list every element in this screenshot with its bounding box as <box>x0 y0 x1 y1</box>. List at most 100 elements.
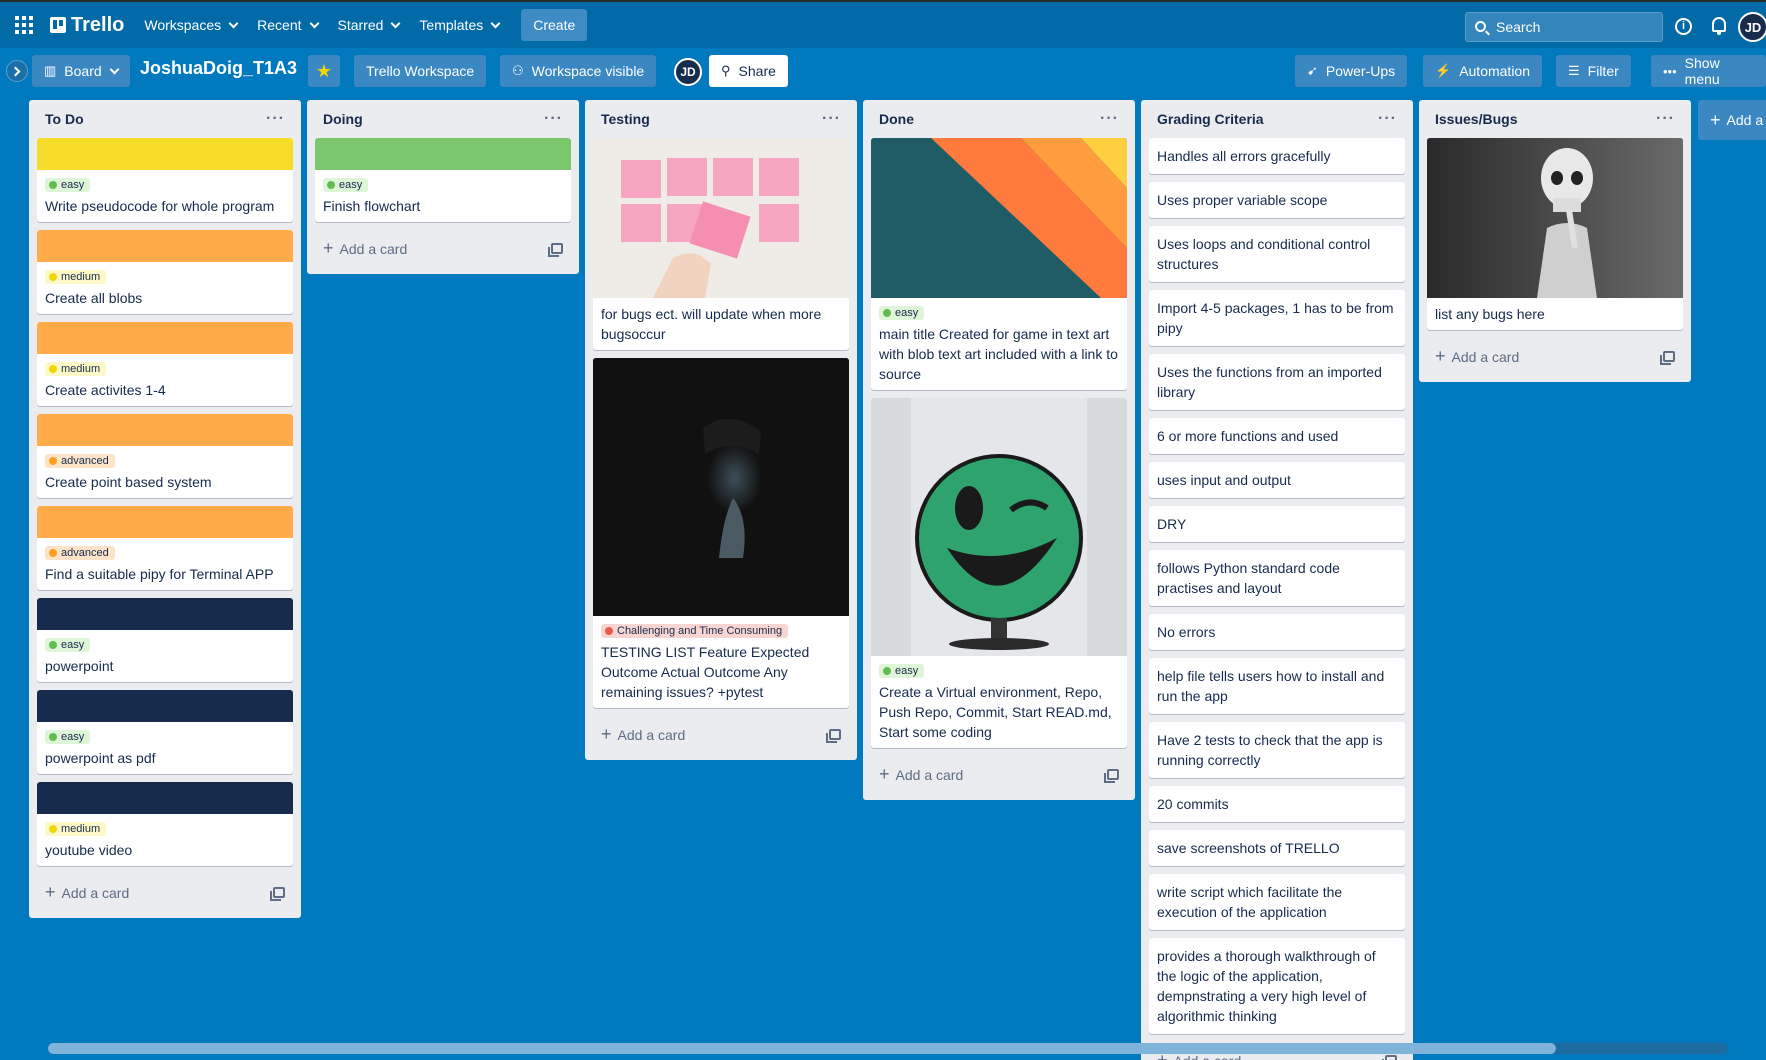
card[interactable]: medium Create all blobs <box>37 230 293 314</box>
card[interactable]: Uses the functions from an imported libr… <box>1149 354 1405 410</box>
add-list-button[interactable]: + Add a <box>1698 100 1766 140</box>
share-button[interactable]: ⚲ Share <box>709 55 788 87</box>
card-template-icon[interactable] <box>270 886 285 901</box>
card-template-icon[interactable] <box>1382 1054 1397 1060</box>
list-title: Testing <box>601 111 650 127</box>
top-navigation-bar: Trello Workspaces Recent Starred Templat… <box>0 0 1766 48</box>
list-menu-dots-icon[interactable]: ··· <box>1378 110 1397 128</box>
add-card-button[interactable]: +Add a card <box>315 230 571 266</box>
list-header[interactable]: Issues/Bugs ··· <box>1427 100 1683 138</box>
card[interactable]: uses input and output <box>1149 462 1405 498</box>
card[interactable]: provides a thorough walkthrough of the l… <box>1149 938 1405 1034</box>
card[interactable]: DRY <box>1149 506 1405 542</box>
card[interactable]: save screenshots of TRELLO <box>1149 830 1405 866</box>
list-issues-bugs: Issues/Bugs ··· list any bugs here + Add a… <box>1419 100 1691 382</box>
card[interactable]: medium youtube video <box>37 782 293 866</box>
list-todo: To Do ··· easy Write pseudocode for whole… <box>29 100 301 918</box>
label-easy: easy <box>879 664 925 678</box>
add-card-button[interactable]: +Add a card <box>871 756 1127 792</box>
more-dots-icon: ••• <box>1663 63 1677 79</box>
card[interactable]: 20 commits <box>1149 786 1405 822</box>
recent-menu[interactable]: Recent <box>257 17 319 33</box>
card[interactable]: follows Python standard code practises a… <box>1149 550 1405 606</box>
workspaces-menu[interactable]: Workspaces <box>144 17 239 33</box>
card-cover <box>37 414 293 446</box>
card-template-icon[interactable] <box>548 242 563 257</box>
card[interactable]: No errors <box>1149 614 1405 650</box>
list-header[interactable]: Done ··· <box>871 100 1127 138</box>
card[interactable]: Have 2 tests to check that the app is ru… <box>1149 722 1405 778</box>
card[interactable]: Challenging and Time Consuming TESTING L… <box>593 358 849 708</box>
list-done: Done ··· easy main title Created for game… <box>863 100 1135 800</box>
board-title[interactable]: JoshuaDoig_T1A3 <box>140 58 297 79</box>
list-header[interactable]: To Do ··· <box>37 100 293 138</box>
starred-menu[interactable]: Starred <box>338 17 401 33</box>
list-menu-dots-icon[interactable]: ··· <box>544 110 563 128</box>
list-header[interactable]: Grading Criteria ··· <box>1149 100 1405 138</box>
card[interactable]: 6 or more functions and used <box>1149 418 1405 454</box>
card[interactable]: advanced Find a suitable pipy for Termin… <box>37 506 293 590</box>
automation-button[interactable]: ⚡ Automation <box>1423 55 1543 87</box>
card[interactable]: Import 4-5 packages, 1 has to be from pi… <box>1149 290 1405 346</box>
card-template-icon[interactable] <box>1660 350 1675 365</box>
filter-label: Filter <box>1587 63 1619 79</box>
card-cover <box>37 138 293 170</box>
card[interactable]: Uses proper variable scope <box>1149 182 1405 218</box>
list-menu-dots-icon[interactable]: ··· <box>822 110 841 128</box>
app-switcher-icon[interactable] <box>12 13 36 37</box>
card[interactable]: advanced Create point based system <box>37 414 293 498</box>
people-icon: ⚇ <box>512 63 524 78</box>
list-menu-dots-icon[interactable]: ··· <box>266 110 285 128</box>
card[interactable]: for bugs ect. will update when more bugs… <box>593 138 849 350</box>
label-easy: easy <box>45 178 91 192</box>
card[interactable]: easy Write pseudocode for whole program <box>37 138 293 222</box>
member-avatar[interactable]: JD <box>674 58 702 86</box>
templates-menu[interactable]: Templates <box>419 17 501 33</box>
horizontal-scrollbar-thumb[interactable] <box>48 1043 1556 1054</box>
add-card-button[interactable]: +Add a card <box>37 874 293 910</box>
templates-label: Templates <box>419 17 484 33</box>
card[interactable]: write script which facilitate the execut… <box>1149 874 1405 930</box>
star-board-icon[interactable]: ★ <box>308 55 340 87</box>
card[interactable]: easy powerpoint as pdf <box>37 690 293 774</box>
add-card-button[interactable]: +Add a card <box>1427 338 1683 374</box>
card[interactable]: easy Finish flowchart <box>315 138 571 222</box>
card[interactable]: easy powerpoint <box>37 598 293 682</box>
visibility-button[interactable]: ⚇ Workspace visible <box>500 55 657 87</box>
search-input[interactable]: Search <box>1465 12 1663 42</box>
card[interactable]: Uses loops and conditional control struc… <box>1149 226 1405 282</box>
list-menu-dots-icon[interactable]: ··· <box>1100 110 1119 128</box>
powerups-button[interactable]: ➹ Power-Ups <box>1295 55 1408 87</box>
label-advanced: advanced <box>45 454 115 468</box>
list-doing: Doing ··· easy Finish flowchart + Add a ca… <box>307 100 579 274</box>
list-menu-dots-icon[interactable]: ··· <box>1656 110 1675 128</box>
board-view-icon: ▥ <box>44 63 57 78</box>
notifications-bell-icon[interactable] <box>1712 17 1726 35</box>
list-header[interactable]: Testing ··· <box>593 100 849 138</box>
trello-logo-text: Trello <box>71 13 125 36</box>
card[interactable]: easy main title Created for game in text… <box>871 138 1127 390</box>
card[interactable]: Handles all errors gracefully <box>1149 138 1405 174</box>
card[interactable]: help file tells users how to install and… <box>1149 658 1405 714</box>
card-cover <box>37 598 293 630</box>
card[interactable]: list any bugs here <box>1427 138 1683 330</box>
filter-button[interactable]: ☰ Filter <box>1556 55 1631 87</box>
add-card-button[interactable]: +Add a card <box>593 716 849 752</box>
show-menu-button[interactable]: ••• Show menu <box>1651 55 1766 87</box>
sidebar-expand-chevron-icon[interactable] <box>6 60 28 82</box>
card[interactable]: easy Create a Virtual environment, Repo,… <box>871 398 1127 748</box>
list-header[interactable]: Doing ··· <box>315 100 571 138</box>
workspace-button[interactable]: Trello Workspace <box>354 55 487 87</box>
search-icon <box>1475 21 1486 32</box>
board-view-switcher[interactable]: ▥ Board <box>32 55 130 87</box>
add-person-icon: ⚲ <box>721 63 731 78</box>
account-avatar[interactable]: JD <box>1738 12 1766 42</box>
thinking-man-cover-image <box>593 358 849 616</box>
trello-logo[interactable]: Trello <box>50 14 124 37</box>
card-template-icon[interactable] <box>826 728 841 743</box>
card[interactable]: medium Create activites 1-4 <box>37 322 293 406</box>
card-title: Create a Virtual environment, Repo, Push… <box>879 684 1112 740</box>
card-template-icon[interactable] <box>1104 768 1119 783</box>
create-button[interactable]: Create <box>521 9 588 41</box>
info-icon[interactable]: i <box>1675 18 1692 35</box>
